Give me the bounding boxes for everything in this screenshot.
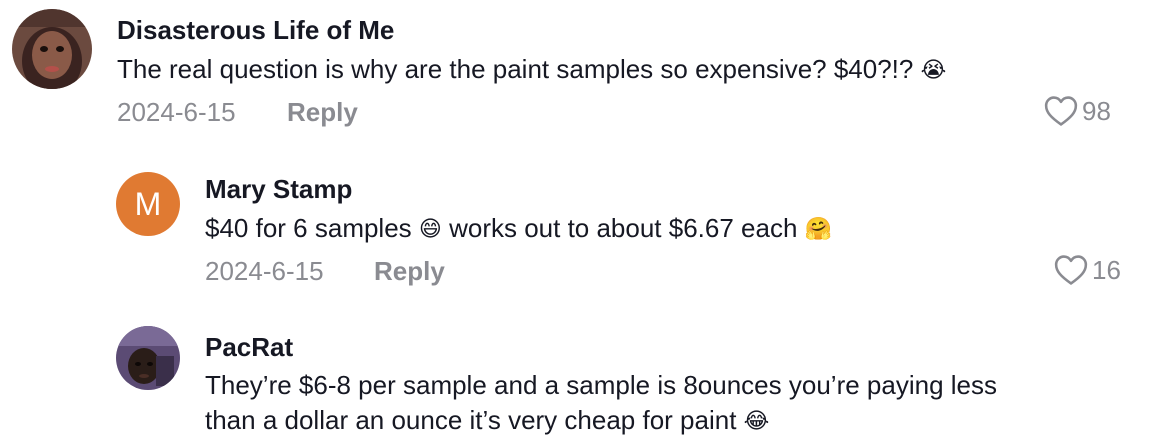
crying-emoji-icon: 😭	[920, 58, 947, 83]
comment-username[interactable]: Mary Stamp	[205, 174, 352, 205]
reply-comment-item: PacRat They’re $6-8 per sample and a sam…	[0, 320, 1152, 446]
like-count: 16	[1092, 254, 1121, 285]
reply-button[interactable]: Reply	[374, 256, 445, 287]
comment-date: 2024-6-15	[205, 256, 324, 286]
avatar[interactable]: M	[116, 172, 180, 236]
comment-username[interactable]: Disasterous Life of Me	[117, 15, 394, 46]
avatar[interactable]	[12, 9, 92, 89]
avatar[interactable]	[116, 326, 180, 390]
comment-text: $40 for 6 samples 😄 works out to about $…	[205, 211, 832, 247]
comment-text-line: They’re $6-8 per sample and a sample is …	[205, 370, 997, 400]
like-button[interactable]: 16	[1054, 254, 1121, 286]
avatar-photo	[116, 326, 180, 390]
comment-text-body: The real question is why are the paint s…	[117, 54, 914, 84]
laughing-tears-emoji-icon: 😂	[743, 409, 770, 434]
avatar-photo	[12, 9, 92, 89]
heart-outline-icon	[1054, 255, 1088, 285]
comment-text: They’re $6-8 per sample and a sample is …	[205, 368, 997, 402]
grinning-emoji-icon: 😄	[418, 217, 442, 242]
comment-text: The real question is why are the paint s…	[117, 52, 946, 88]
comment-text: than a dollar an ounce it’s very cheap f…	[205, 403, 769, 439]
avatar-initial: M	[116, 172, 180, 236]
comment-text-part: works out to about $6.67 each	[449, 213, 798, 243]
like-count: 98	[1082, 95, 1111, 126]
comment-text-line: than a dollar an ounce it’s very cheap f…	[205, 405, 737, 435]
comment-username[interactable]: PacRat	[205, 332, 293, 363]
hugging-emoji-icon: 🤗	[804, 217, 833, 242]
comment-date: 2024-6-15	[117, 97, 236, 127]
reply-comment-item: M Mary Stamp $40 for 6 samples 😄 works o…	[0, 160, 1152, 300]
comment-text-part: $40 for 6 samples	[205, 213, 412, 243]
like-button[interactable]: 98	[1044, 95, 1111, 127]
reply-button[interactable]: Reply	[287, 97, 358, 128]
comment-item: Disasterous Life of Me The real question…	[0, 0, 1152, 140]
heart-outline-icon	[1044, 96, 1078, 126]
